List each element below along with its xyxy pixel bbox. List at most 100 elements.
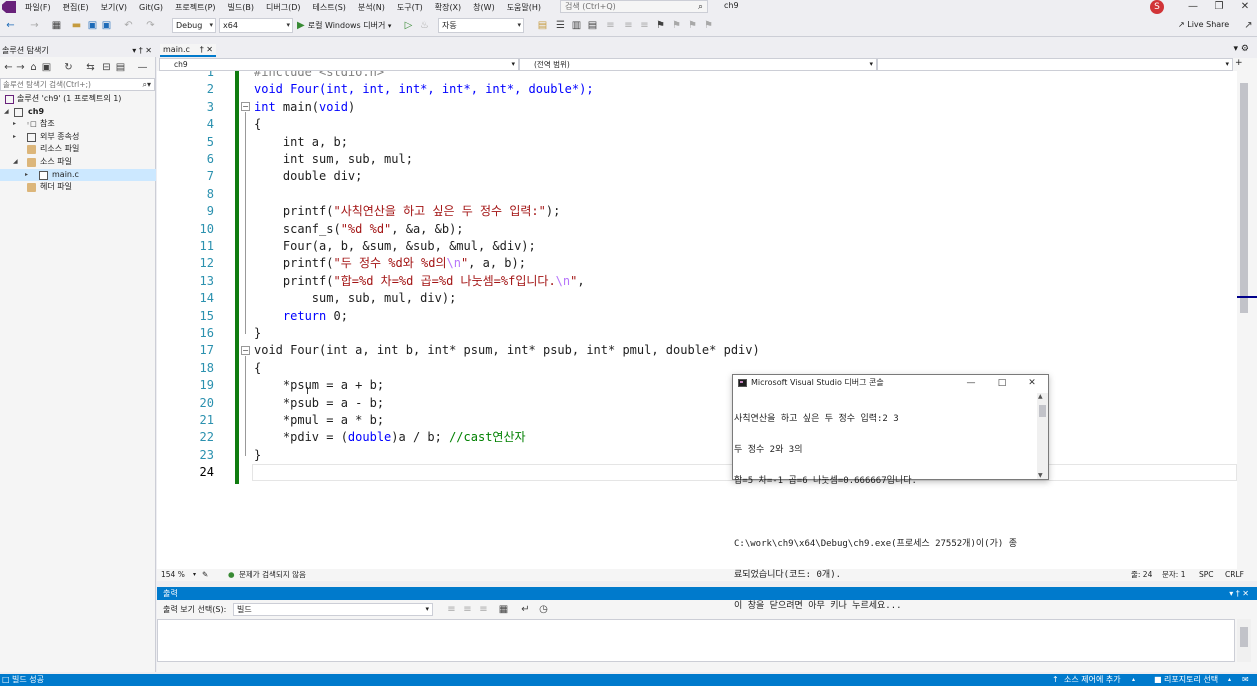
forward-icon[interactable]: → bbox=[28, 19, 41, 32]
output-text-area[interactable] bbox=[157, 619, 1235, 662]
pending-changes-icon[interactable]: ↻ bbox=[62, 61, 75, 74]
scroll-thumb[interactable] bbox=[1039, 405, 1046, 417]
scope-nav-select[interactable]: (전역 범위) ▾ bbox=[519, 58, 877, 71]
start-debugging-button[interactable]: ▶ 로컬 Windows 디버거 ▾ bbox=[297, 18, 391, 33]
open-folder-icon[interactable]: ▬ bbox=[70, 19, 83, 32]
scroll-thumb[interactable] bbox=[1240, 627, 1248, 647]
close-window-icon[interactable]: ✕ bbox=[1232, 0, 1257, 14]
sync-icon[interactable]: ⇆ bbox=[84, 61, 97, 74]
menu-file[interactable]: 파일(F) bbox=[19, 2, 57, 13]
indent-icon[interactable]: ≡ bbox=[604, 19, 617, 32]
menu-window[interactable]: 창(W) bbox=[467, 2, 501, 13]
menu-debug[interactable]: 디버그(D) bbox=[260, 2, 306, 13]
chevron-down-icon[interactable]: ▼ bbox=[1038, 472, 1043, 479]
brush-icon[interactable]: ✎ bbox=[202, 569, 208, 581]
save-all-icon[interactable]: ▣ bbox=[100, 19, 113, 32]
chevron-down-icon[interactable]: ▾ bbox=[193, 569, 196, 581]
project-nav-select[interactable]: ch9 ▾ bbox=[159, 58, 519, 71]
next-bookmark-icon[interactable]: ⚑ bbox=[686, 19, 699, 32]
panel-pin-close-icons[interactable]: ▾ † ✕ bbox=[132, 44, 152, 57]
expanded-arrow-icon[interactable]: ◢ bbox=[4, 106, 9, 119]
menu-tools[interactable]: 도구(T) bbox=[391, 2, 429, 13]
output-scrollbar[interactable] bbox=[1237, 619, 1251, 662]
menu-edit[interactable]: 편집(E) bbox=[57, 2, 95, 13]
clear-all-icon[interactable]: ▦ bbox=[497, 603, 510, 616]
auto-select[interactable]: 자동 ▾ bbox=[438, 18, 524, 33]
go-to-prev-message-icon[interactable]: ≡ bbox=[445, 603, 458, 616]
word-wrap-icon[interactable]: ↵ bbox=[519, 603, 532, 616]
minimize-icon[interactable]: — bbox=[1180, 0, 1206, 14]
issues-status[interactable]: 문제가 검색되지 않음 bbox=[239, 569, 306, 581]
start-without-debugging-icon[interactable]: ▷ bbox=[402, 19, 415, 32]
tree-node-header-files[interactable]: 헤더 파일 bbox=[0, 181, 156, 194]
tree-node-external-deps[interactable]: ▸ 외부 종속성 bbox=[0, 131, 156, 144]
menu-view[interactable]: 보기(V) bbox=[95, 2, 133, 13]
clock-icon[interactable]: ◷ bbox=[537, 603, 550, 616]
source-control-button[interactable]: 소스 제어에 추가 bbox=[1064, 674, 1121, 686]
tab-overflow-icon[interactable]: ▾ ⚙ bbox=[1234, 44, 1249, 54]
collapsed-arrow-icon[interactable]: ▸ bbox=[13, 131, 16, 144]
undo-icon[interactable]: ↶ bbox=[122, 19, 135, 32]
hot-reload-icon[interactable]: ♨ bbox=[418, 19, 431, 32]
repository-button[interactable]: 리포지토리 선택 bbox=[1164, 674, 1218, 686]
configuration-select[interactable]: Debug ▾ bbox=[172, 18, 216, 33]
menu-analyze[interactable]: 분석(N) bbox=[352, 2, 391, 13]
format-icon[interactable]: ≡ bbox=[638, 19, 651, 32]
fold-four-icon[interactable]: − bbox=[241, 346, 250, 355]
console-scrollbar[interactable]: ▲ ▼ bbox=[1037, 393, 1048, 479]
notifications-icon[interactable]: ✉ bbox=[1242, 674, 1249, 686]
go-to-next-message-icon[interactable]: ≡ bbox=[461, 603, 474, 616]
comment-icon[interactable]: ▤ bbox=[586, 19, 599, 32]
collapsed-arrow-icon[interactable]: ▸ bbox=[13, 118, 16, 131]
editor-vertical-scrollbar[interactable] bbox=[1237, 71, 1257, 569]
console-title-bar[interactable]: Microsoft Visual Studio 디버그 콘솔 — □ ✕ bbox=[733, 375, 1048, 391]
fold-main-icon[interactable]: − bbox=[241, 102, 250, 111]
member-nav-select[interactable]: ▾ bbox=[877, 58, 1233, 71]
global-search-input[interactable]: 검색 (Ctrl+Q) ⌕ bbox=[560, 0, 708, 13]
bookmark-icon[interactable]: ⚑ bbox=[654, 19, 667, 32]
back-icon[interactable]: ← bbox=[4, 19, 17, 32]
tree-node-main-c[interactable]: ▸ main.c bbox=[0, 168, 156, 182]
menu-test[interactable]: 테스트(S) bbox=[307, 2, 352, 13]
restore-icon[interactable]: ❐ bbox=[1206, 0, 1232, 14]
tree-node-solution[interactable]: 솔루션 'ch9' (1 프로젝트의 1) bbox=[0, 93, 156, 106]
line-ending-status[interactable]: CRLF bbox=[1225, 569, 1244, 581]
scroll-thumb[interactable] bbox=[1240, 83, 1248, 313]
save-icon[interactable]: ▣ bbox=[86, 19, 99, 32]
browse-icon[interactable]: ▤ bbox=[536, 19, 549, 32]
zoom-level[interactable]: 154 % bbox=[161, 569, 185, 581]
menu-help[interactable]: 도움말(H) bbox=[501, 2, 547, 13]
panel-pin-close-icons[interactable]: ▾ † ✕ bbox=[1229, 587, 1249, 600]
output-source-select[interactable]: 빌드 ▾ bbox=[233, 603, 433, 616]
chevron-up-icon[interactable]: ▲ bbox=[1038, 393, 1043, 400]
solution-configs-icon[interactable]: ☰ bbox=[554, 19, 567, 32]
tree-node-references[interactable]: ▸ ◦□ 참조 bbox=[0, 118, 156, 131]
minimize-icon[interactable]: — bbox=[959, 375, 983, 391]
menu-git[interactable]: Git(G) bbox=[133, 3, 169, 12]
split-icon[interactable]: + bbox=[1235, 58, 1243, 68]
close-tab-icon[interactable]: † ✕ bbox=[200, 44, 213, 56]
close-window-icon[interactable]: ✕ bbox=[1020, 375, 1044, 391]
line-status[interactable]: 줄: 24 bbox=[1131, 569, 1152, 581]
home-icon[interactable]: ⌂ bbox=[27, 61, 40, 74]
menu-build[interactable]: 빌드(B) bbox=[222, 2, 260, 13]
outdent-icon[interactable]: ≡ bbox=[622, 19, 635, 32]
menu-extensions[interactable]: 확장(X) bbox=[429, 2, 467, 13]
show-all-files-icon[interactable]: ▤ bbox=[114, 61, 127, 74]
tab-main-c[interactable]: main.c † ✕ bbox=[160, 44, 216, 57]
debug-console-window[interactable]: Microsoft Visual Studio 디버그 콘솔 — □ ✕ 사칙연… bbox=[732, 374, 1049, 611]
whitespace-status[interactable]: SPC bbox=[1199, 569, 1214, 581]
forward-icon[interactable]: → bbox=[14, 61, 27, 74]
account-avatar[interactable]: S bbox=[1150, 0, 1164, 14]
live-share-button[interactable]: ↗ Live Share bbox=[1178, 20, 1229, 29]
expanded-arrow-icon[interactable]: ◢ bbox=[13, 156, 18, 169]
performance-icon[interactable]: ▥ bbox=[570, 19, 583, 32]
prev-bookmark-icon[interactable]: ⚑ bbox=[670, 19, 683, 32]
console-output[interactable]: 사칙연산을 하고 싶은 두 정수 입력:2 3 두 정수 2와 3의 합=5 차… bbox=[734, 393, 1036, 611]
platform-select[interactable]: x64 ▾ bbox=[219, 18, 293, 33]
tree-node-resource-files[interactable]: 리소스 파일 bbox=[0, 143, 156, 156]
tree-node-source-files[interactable]: ◢ 소스 파일 bbox=[0, 156, 156, 169]
properties-icon[interactable]: — bbox=[136, 61, 149, 74]
maximize-icon[interactable]: □ bbox=[990, 375, 1014, 391]
redo-icon[interactable]: ↷ bbox=[144, 19, 157, 32]
